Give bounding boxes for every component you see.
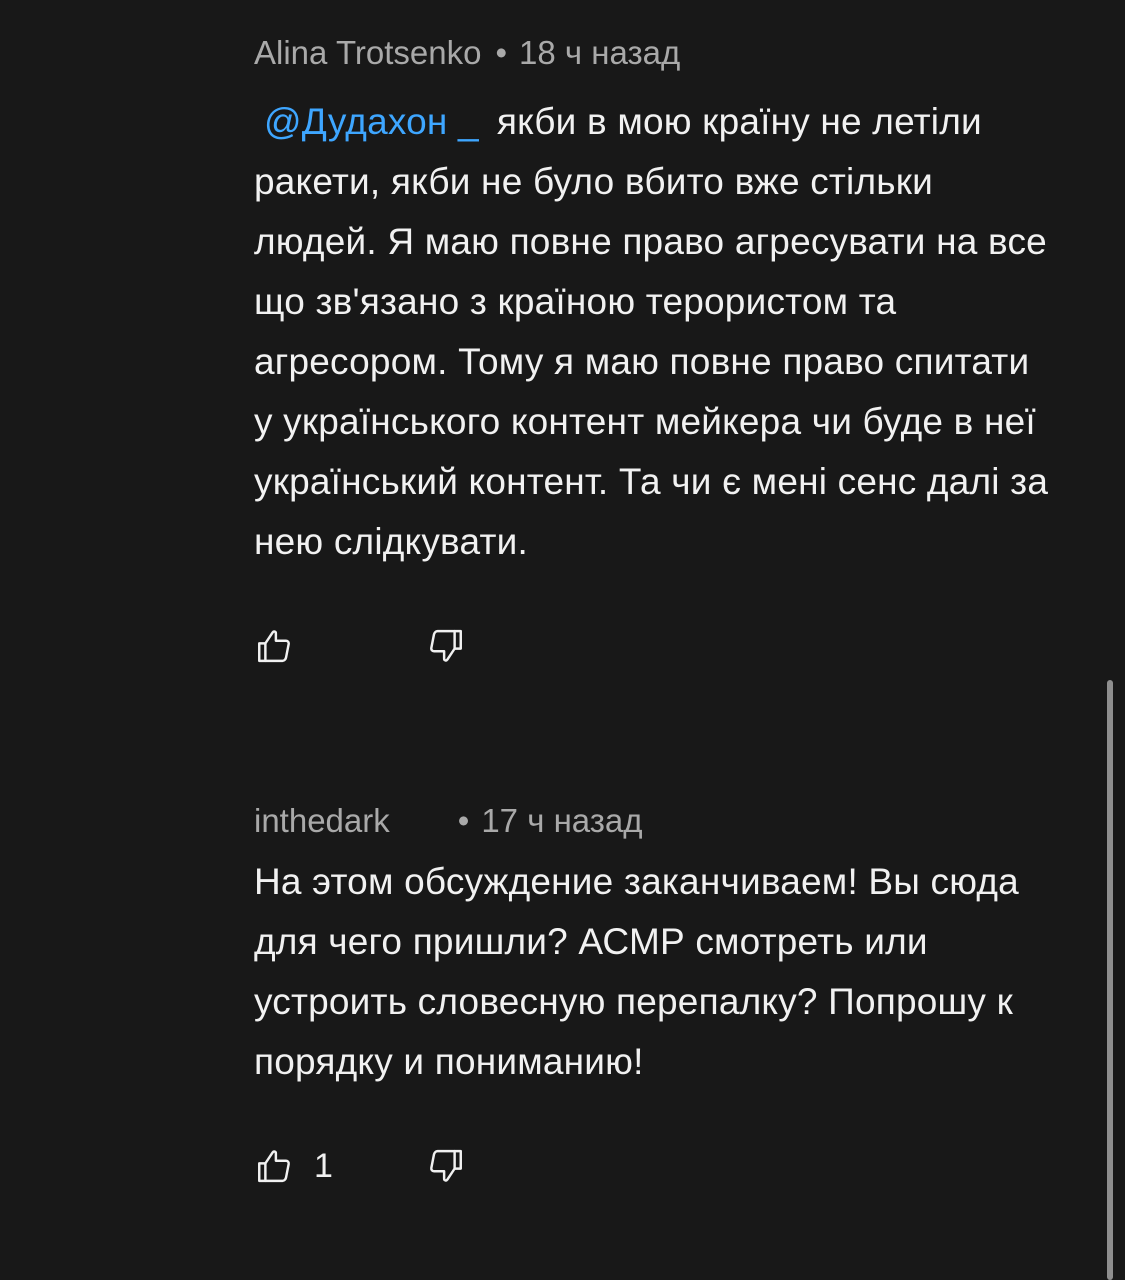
meta-separator: • (495, 34, 508, 71)
comment-meta: Alina Trotsenko • 18 ч назад (254, 32, 1054, 74)
comment-author[interactable]: Alina Trotsenko (254, 34, 481, 71)
comment-meta: inthedark • 17 ч назад (254, 800, 1054, 842)
comment-body: якби в мою країну не летіли ракети, якби… (254, 101, 1049, 562)
thumbs-down-icon (424, 625, 466, 667)
scrollbar[interactable] (1107, 680, 1113, 1280)
meta-separator: • (457, 802, 470, 839)
comment: Alina Trotsenko • 18 ч назад @Дудахон _ якб… (254, 32, 1054, 682)
comment-actions (254, 622, 1054, 682)
comment-timestamp[interactable]: 18 ч назад (519, 34, 680, 71)
thumbs-down-icon (424, 1145, 466, 1187)
thumbs-up-icon (254, 1145, 296, 1187)
like-button[interactable]: 1 (254, 1142, 333, 1190)
dislike-button[interactable] (424, 1142, 466, 1190)
mention-link[interactable]: @Дудахон _ (264, 101, 479, 142)
thumbs-up-icon (254, 625, 296, 667)
comment-text: @Дудахон _ якби в мою країну не летіли ра… (254, 92, 1054, 572)
dislike-button[interactable] (424, 622, 466, 670)
comment-actions: 1 (254, 1142, 1054, 1202)
comment-body: На этом обсуждение заканчиваем! Вы сюда … (254, 861, 1019, 1082)
like-button[interactable] (254, 622, 314, 670)
like-count: 1 (314, 1146, 333, 1185)
comment: inthedark • 17 ч назад На этом обсуждение … (254, 800, 1054, 1202)
comment-timestamp[interactable]: 17 ч назад (481, 802, 642, 839)
comment-author[interactable]: inthedark (254, 802, 390, 839)
